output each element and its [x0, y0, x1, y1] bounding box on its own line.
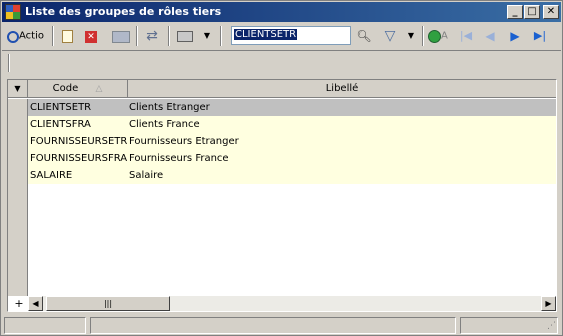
action-menu-button[interactable]: Actio [7, 26, 51, 46]
print-dropdown-button[interactable]: ▼ [200, 26, 214, 46]
filter-button[interactable]: ▽ [380, 26, 400, 46]
toolbar-separator [220, 26, 222, 46]
toolbar: Actio ✕ ⇄ ▼ CLIENTSETR 🔍︎ ▽ ▼ A |◀ ◀ ▶ ▶… [2, 23, 561, 49]
cell-label: Fournisseurs France [129, 153, 229, 164]
status-pane-3 [460, 317, 558, 334]
table-row[interactable]: FOURNISSEURSETR Fournisseurs Etranger [8, 133, 556, 150]
minimize-button[interactable]: _ [507, 5, 523, 19]
row-indicator-column [8, 184, 28, 296]
table-row[interactable]: FOURNISSEURSFRA Fournisseurs France [8, 150, 556, 167]
status-pane-2 [90, 317, 456, 334]
column-header-code-label: Code [52, 83, 79, 94]
action-label: Actio [19, 30, 44, 42]
column-header-code[interactable]: Code △ [28, 80, 128, 98]
new-record-button[interactable] [58, 26, 76, 46]
sort-ascending-icon: △ [95, 84, 103, 94]
next-icon: ▶ [510, 29, 520, 43]
first-record-button[interactable]: |◀ [458, 26, 474, 46]
row-indicator[interactable] [8, 99, 28, 116]
row-indicator[interactable] [8, 116, 28, 133]
scroll-thumb[interactable]: ||| [46, 296, 170, 311]
edit-icon [112, 30, 130, 43]
maximize-button[interactable]: □ [524, 5, 540, 19]
status-pane-1 [4, 317, 86, 334]
cell-label: Salaire [129, 170, 164, 181]
cell-code: CLIENTSFRA [30, 119, 91, 130]
previous-record-button[interactable]: ◀ [482, 26, 498, 46]
grid-header: ▼ Code △ Libellé [8, 80, 556, 98]
cell-code: SALAIRE [30, 170, 73, 181]
next-record-button[interactable]: ▶ [507, 26, 523, 46]
toolbar-grip[interactable] [8, 54, 10, 72]
first-icon: |◀ [459, 29, 473, 42]
search-button[interactable]: 🔍︎ [354, 26, 374, 46]
chevron-right-icon: ▶ [545, 299, 552, 308]
toolbar-separator [168, 26, 170, 46]
search-input-value: CLIENTSETR [234, 29, 298, 40]
row-indicator[interactable] [8, 167, 28, 184]
scroll-left-button[interactable]: ◀ [28, 296, 43, 311]
app-icon [5, 4, 21, 20]
activate-label: A [441, 30, 448, 42]
close-button[interactable]: ✕ [543, 5, 559, 19]
search-icon: 🔍︎ [356, 29, 372, 43]
refresh-circle-icon [428, 30, 441, 43]
chevron-down-icon: ▼ [14, 84, 21, 93]
column-chooser-button[interactable]: ▼ [8, 80, 28, 98]
main-window: Liste des groupes de rôles tiers _ □ ✕ A… [0, 0, 563, 336]
toolbar-separator [136, 26, 138, 46]
window-title: Liste des groupes de rôles tiers [25, 5, 222, 18]
print-button[interactable] [174, 26, 196, 46]
column-header-label[interactable]: Libellé [128, 80, 556, 98]
grip-icon: ||| [103, 299, 113, 308]
table-row[interactable]: CLIENTSETR Clients Etranger [8, 99, 556, 116]
secondary-toolbar [2, 50, 561, 74]
cell-code: FOURNISSEURSFRA [30, 153, 128, 164]
delete-record-button[interactable]: ✕ [82, 26, 100, 46]
last-icon: ▶| [533, 29, 547, 42]
row-indicator[interactable] [8, 150, 28, 167]
cell-label: Clients Etranger [129, 102, 210, 113]
refresh-button[interactable]: ⇄ [142, 26, 162, 46]
chevron-left-icon: ◀ [32, 299, 39, 308]
row-indicator[interactable] [8, 133, 28, 150]
previous-icon: ◀ [485, 29, 495, 43]
search-input[interactable]: CLIENTSETR [231, 26, 351, 45]
action-icon [7, 30, 19, 43]
horizontal-scrollbar[interactable]: ◀ ||| ▶ [28, 296, 556, 311]
new-document-icon [61, 30, 73, 43]
title-bar[interactable]: Liste des groupes de rôles tiers _ □ ✕ [2, 2, 561, 22]
resize-grip-icon[interactable]: ⋰ [547, 321, 558, 332]
filter-icon: ▽ [384, 28, 396, 44]
cell-code: CLIENTSETR [30, 102, 92, 113]
delete-icon: ✕ [85, 30, 97, 43]
table-row[interactable]: SALAIRE Salaire [8, 167, 556, 184]
cell-label: Clients France [129, 119, 200, 130]
refresh-icon: ⇄ [146, 28, 158, 44]
data-grid[interactable]: ▼ Code △ Libellé CLIENTSETR Clients Etran… [7, 79, 557, 312]
filter-dropdown-button[interactable]: ▼ [404, 26, 418, 46]
toolbar-separator [422, 26, 424, 46]
toolbar-separator [52, 26, 54, 46]
status-bar: ⋰ [2, 316, 561, 335]
chevron-down-icon: ▼ [407, 31, 415, 40]
chevron-down-icon: ▼ [203, 31, 211, 40]
scroll-right-button[interactable]: ▶ [541, 296, 556, 311]
activate-button[interactable]: A [428, 26, 454, 46]
printer-icon [177, 31, 193, 42]
edit-record-button[interactable] [108, 26, 134, 46]
add-row-button[interactable]: + [12, 296, 26, 311]
cell-code: FOURNISSEURSETR [30, 136, 128, 147]
last-record-button[interactable]: ▶| [531, 26, 549, 46]
cell-label: Fournisseurs Etranger [129, 136, 239, 147]
table-row[interactable]: CLIENTSFRA Clients France [8, 116, 556, 133]
